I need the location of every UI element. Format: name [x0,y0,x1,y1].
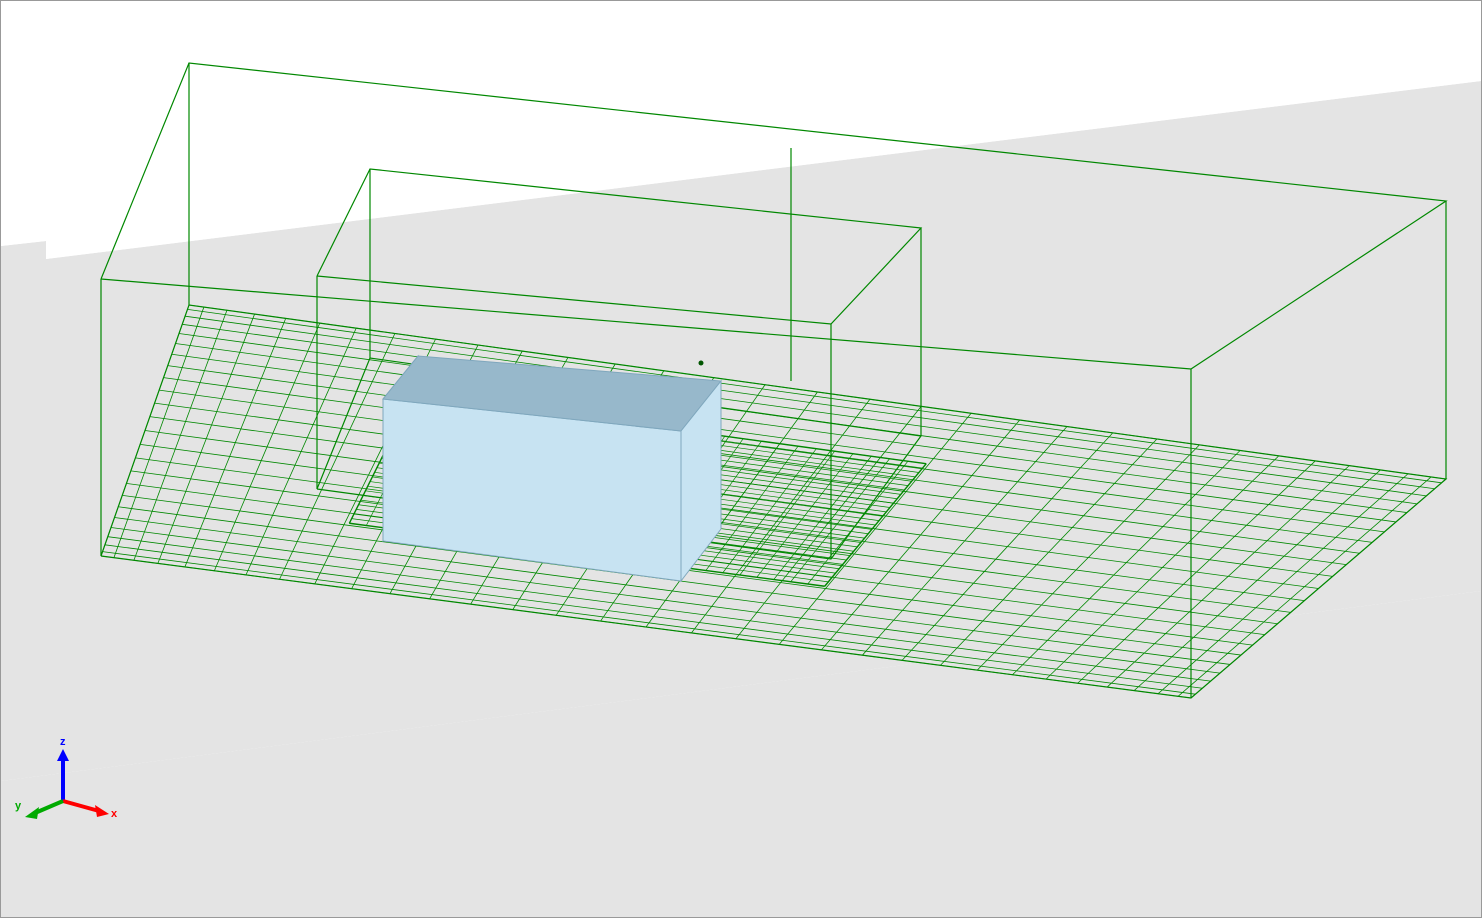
origin-marker [699,361,704,366]
scene-canvas[interactable]: z x y [1,1,1481,917]
viewport-3d[interactable]: z x y [0,0,1482,918]
solid-block [383,356,721,581]
axis-y-label: y [15,800,22,812]
axis-x-label: x [111,808,118,820]
axis-z-label: z [60,736,66,748]
